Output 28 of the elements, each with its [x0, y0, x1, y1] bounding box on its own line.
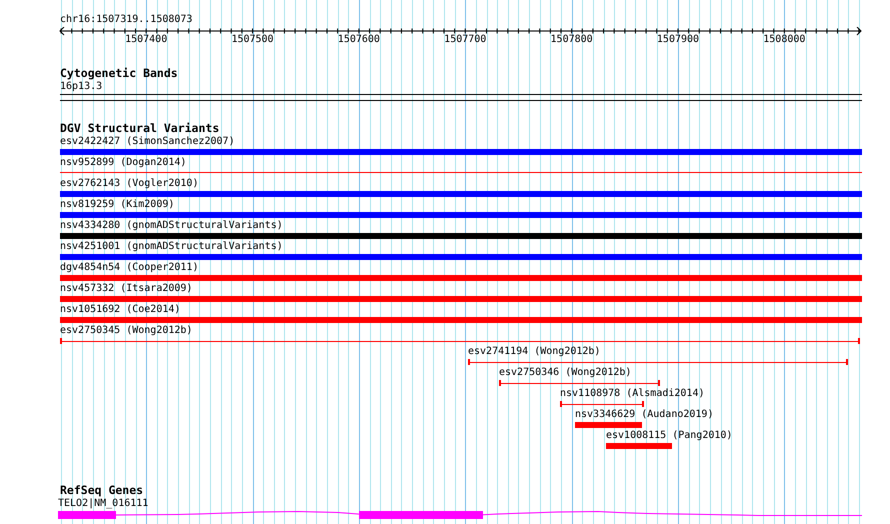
feature-label: nsv4251001 (gnomADStructuralVariants) [60, 241, 283, 253]
feature-label: nsv819259 (Kim2009) [60, 199, 174, 211]
track-title: DGV Structural Variants [60, 122, 220, 134]
tick-label: 1507800 [550, 34, 593, 46]
feature-label: nsv1051692 (Coe2014) [60, 304, 180, 316]
feature-label: nsv3346629 (Audano2019) [575, 409, 714, 421]
feature-label: nsv4334280 (gnomADStructuralVariants) [60, 220, 283, 232]
feature-label: esv2750345 (Wong2012b) [60, 325, 192, 337]
tick-label: 1507600 [338, 34, 380, 46]
location-label: chr16:1507319..1508073 [60, 14, 194, 26]
feature-label: esv2750346 (Wong2012b) [499, 367, 632, 379]
feature-label: esv2422427 (SimonSanchez2007) [60, 136, 235, 148]
tick-label: 1508000 [763, 34, 806, 46]
track-title: RefSeq Genes [60, 484, 144, 496]
feature-label: dgv4854n54 (Cooper2011) [60, 262, 198, 274]
tick-label: 1507900 [656, 34, 700, 46]
track-title: Cytogenetic Bands [60, 67, 178, 79]
feature-label: esv2741194 (Wong2012b) [468, 346, 600, 358]
feature-label: nsv457332 (Itsara2009) [60, 283, 192, 295]
feature-label: nsv1108978 (Alsmadi2014) [560, 388, 704, 400]
tick-label: 1507700 [444, 34, 486, 46]
feature-label: 16p13.3 [60, 81, 102, 93]
tick-label: 1507500 [231, 34, 274, 46]
tick-label: 1507400 [125, 34, 168, 46]
feature-label: nsv952899 (Dogan2014) [60, 157, 186, 169]
feature-label: esv1008115 (Pang2010) [606, 430, 732, 442]
feature-label: TELO2|NM_016111 [58, 498, 148, 510]
feature-label: esv2762143 (Vogler2010) [60, 178, 198, 190]
